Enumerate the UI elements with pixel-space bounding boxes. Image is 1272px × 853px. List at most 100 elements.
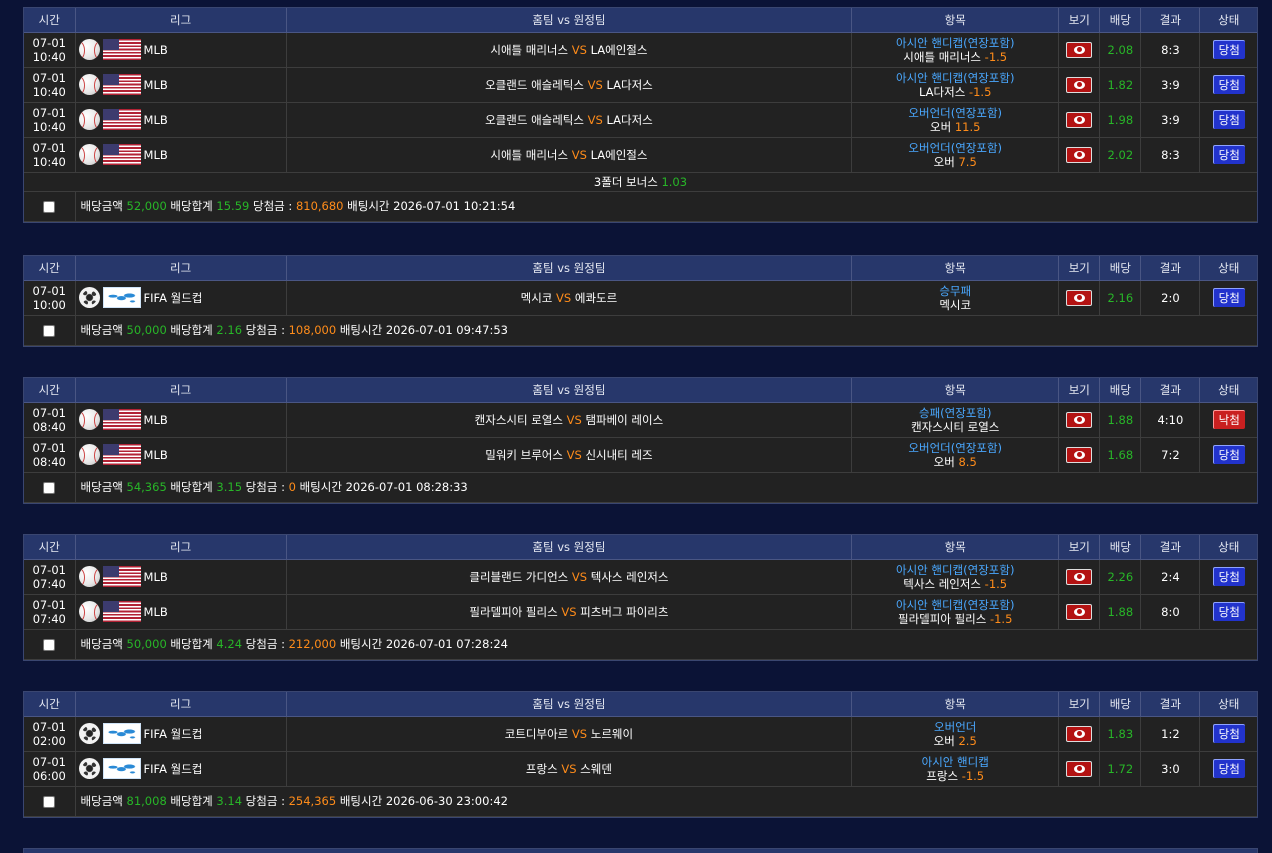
bet-history-page: 시간 리그 홈팀 vs 원정팀 항목 보기 배당 결과 상태 07-01 10:40 MLB 시애틀 … [0, 0, 1272, 853]
result-cell: 4:10 [1140, 402, 1201, 438]
handicap-line: -1.5 [968, 84, 992, 99]
score-result: 7:2 [1161, 447, 1180, 462]
bet-item-cell: 승무패 멕시코 [851, 280, 1060, 316]
bet-item-cell: 아시안 핸디캡(연장포함) 텍사스 레인저스 -1.5 [851, 559, 1060, 595]
total-odds-label: 배당합계 [170, 199, 213, 213]
league-name: MLB [143, 147, 168, 162]
column-header-league: 리그 [75, 535, 287, 560]
bet-summary-row: 배당금액 81,008 배당합계 3.14 당첨금 : 254,365 배팅시간… [24, 786, 1257, 817]
view-cell [1058, 716, 1101, 752]
view-eye-icon[interactable] [1066, 411, 1093, 428]
bet-amount-label: 배당금액 [80, 323, 123, 337]
status-badge: 당첨 [1212, 602, 1245, 621]
view-eye-icon[interactable] [1066, 568, 1093, 585]
total-odds-label: 배당합계 [170, 323, 213, 337]
handicap-line: -1.5 [984, 49, 1008, 64]
away-team: LA다저스 [606, 112, 653, 127]
match-date: 07-01 [32, 719, 66, 734]
pick-line: 오버 11.5 [852, 120, 1058, 134]
odds-value: 1.83 [1107, 726, 1134, 741]
select-cell [24, 315, 76, 346]
column-header-view: 보기 [1058, 8, 1101, 33]
us-flag-icon [102, 109, 141, 130]
pick-line: 캔자스시티 로열스 [852, 420, 1058, 434]
select-checkbox[interactable] [43, 200, 56, 213]
select-checkbox[interactable] [43, 324, 56, 337]
status-cell: 당첨 [1199, 559, 1257, 595]
winnings-value: 212,000 [288, 637, 337, 651]
pick-name: 오버 [930, 119, 952, 134]
bet-summary-row: 배당금액 54,365 배당합계 3.15 당첨금 : 0 배팅시간 2026-… [24, 472, 1257, 503]
column-header-time: 시간 [24, 256, 76, 281]
summary-cell: 배당금액 54,365 배당합계 3.15 당첨금 : 0 배팅시간 2026-… [75, 472, 1257, 503]
score-result: 1:2 [1161, 726, 1180, 741]
bet-item-cell: 아시안 핸디캡(연장포함) 필라델피아 필리스 -1.5 [851, 594, 1060, 630]
column-header-result: 결과 [1140, 692, 1201, 717]
bet-amount-value: 50,000 [126, 323, 167, 337]
view-eye-icon[interactable] [1066, 41, 1093, 58]
winnings-label: 당첨금 : [253, 199, 293, 213]
select-checkbox[interactable] [43, 481, 56, 494]
view-eye-icon[interactable] [1066, 289, 1093, 306]
league-wrap: MLB [78, 74, 286, 95]
result-cell: 3:0 [1140, 751, 1201, 787]
total-odds-value: 2.16 [216, 323, 243, 337]
view-eye-icon[interactable] [1066, 446, 1093, 463]
view-eye-icon[interactable] [1066, 146, 1093, 163]
league-wrap: MLB [78, 601, 286, 622]
pick-line: 오버 7.5 [852, 155, 1058, 169]
away-team: 탬파베이 레이스 [585, 412, 664, 427]
column-header-odds: 배당 [1099, 692, 1142, 717]
match-time: 10:40 [32, 84, 66, 99]
bet-slip: 시간 리그 홈팀 vs 원정팀 항목 보기 배당 결과 상태 07-01 07:40 MLB 클리블랜… [23, 534, 1258, 661]
bet-time-label: 배팅시간 [339, 637, 383, 651]
league-name: MLB [143, 447, 168, 462]
score-result: 4:10 [1157, 412, 1184, 427]
away-team: LA다저스 [606, 77, 653, 92]
pick-name: 오버 [933, 154, 955, 169]
league-wrap: FIFA 월드컵 [78, 287, 286, 308]
match-time-cell: 07-01 10:40 [24, 137, 76, 173]
view-eye-icon[interactable] [1066, 725, 1093, 742]
match-date: 07-01 [32, 405, 66, 420]
match-time-cell: 07-01 08:40 [24, 402, 76, 438]
view-eye-icon[interactable] [1066, 603, 1093, 620]
column-header-odds: 배당 [1099, 535, 1142, 560]
total-odds-value: 4.24 [216, 637, 243, 651]
select-checkbox[interactable] [43, 638, 56, 651]
view-eye-icon[interactable] [1066, 760, 1093, 777]
view-eye-icon[interactable] [1066, 111, 1093, 128]
view-cell [1058, 751, 1101, 787]
league-cell: MLB [75, 402, 287, 438]
view-cell [1058, 280, 1101, 316]
view-eye-icon[interactable] [1066, 76, 1093, 93]
league-name: MLB [143, 77, 168, 92]
match-date: 07-01 [32, 440, 66, 455]
column-header-league: 리그 [75, 256, 287, 281]
teams-cell: 클리블랜드 가디언스 VS 텍사스 레인저스 [286, 559, 853, 595]
away-team: 스웨덴 [580, 761, 612, 776]
table-header-row: 시간 리그 홈팀 vs 원정팀 항목 보기 배당 결과 상태 [24, 378, 1257, 403]
league-cell: FIFA 월드컵 [75, 751, 287, 787]
bet-item-cell: 아시안 핸디캡(연장포함) LA다저스 -1.5 [851, 67, 1060, 103]
column-header-status: 상태 [1199, 692, 1257, 717]
winnings-label: 당첨금 : [245, 323, 285, 337]
column-header-item: 항목 [851, 535, 1060, 560]
winnings-value: 108,000 [288, 323, 337, 337]
baseball-icon [78, 109, 100, 130]
score-result: 8:0 [1161, 604, 1180, 619]
soccer-ball-icon [78, 287, 100, 308]
select-checkbox[interactable] [43, 795, 56, 808]
bet-row: 07-01 08:40 MLB 밀워키 브루어스 VS 신시내티 레즈 오버언더(연장포… [24, 437, 1257, 473]
us-flag-icon [102, 409, 141, 430]
table-header-row: 시간 리그 홈팀 vs 원정팀 항목 보기 배당 결과 상태 [24, 692, 1257, 717]
pick-line: 프랑스 -1.5 [852, 769, 1058, 783]
home-team: 클리블랜드 가디언스 [469, 569, 569, 584]
teams-cell: 오클랜드 애슬레틱스 VS LA다저스 [286, 67, 853, 103]
match-time-cell: 07-01 10:40 [24, 102, 76, 138]
winnings-value: 810,680 [295, 199, 344, 213]
select-cell [24, 629, 76, 660]
next-bet-block-header [23, 848, 1258, 853]
column-header-status: 상태 [1199, 535, 1257, 560]
handicap-line: 2.5 [958, 733, 977, 748]
